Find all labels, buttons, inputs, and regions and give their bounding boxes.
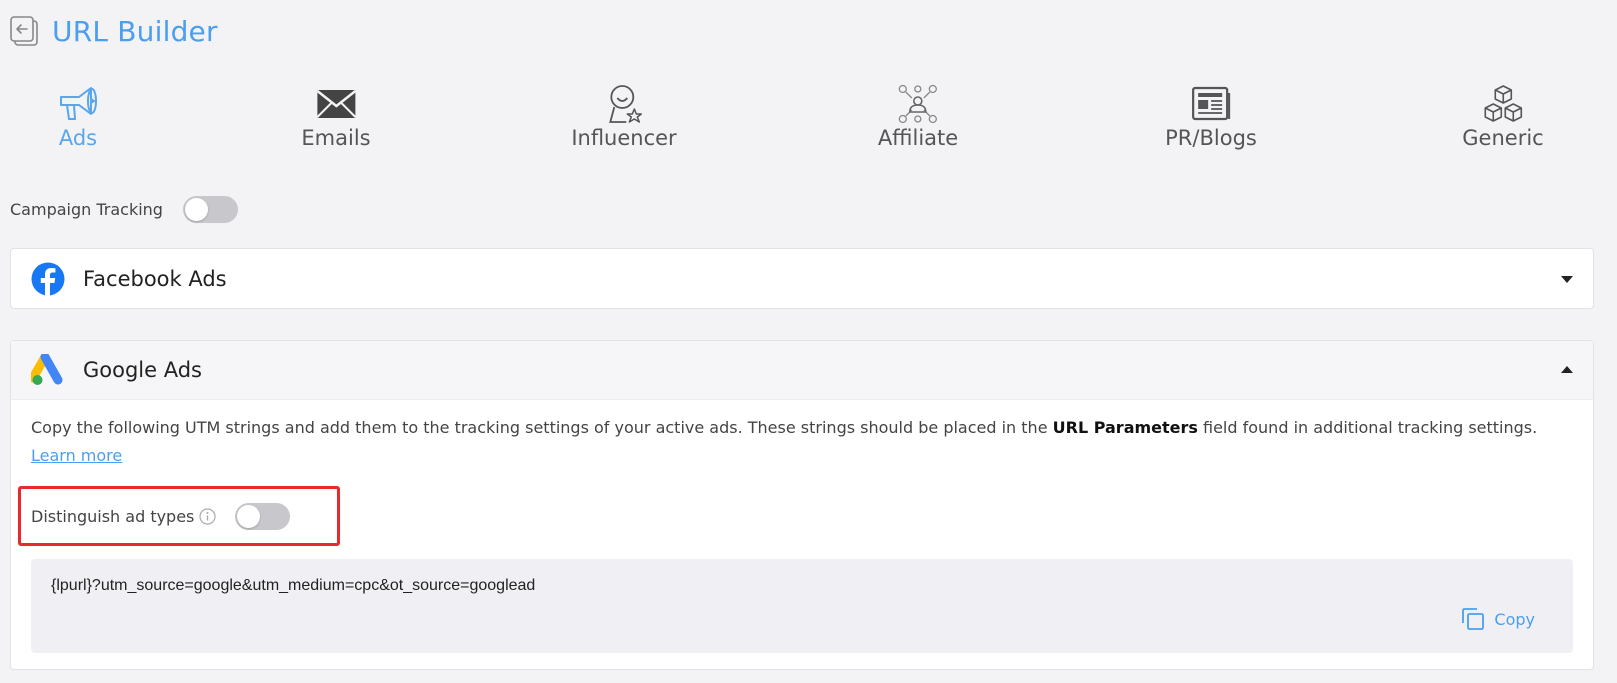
distinguish-ad-types-toggle[interactable] [235,502,291,530]
distinguish-ad-types-row: Distinguish ad types [18,486,340,546]
back-button[interactable] [10,14,40,48]
info-icon[interactable] [199,507,216,525]
chevron-down-icon[interactable] [1561,275,1573,283]
back-arrow-icon [10,16,38,46]
google-ads-icon [31,354,63,385]
newspaper-icon [1191,86,1230,121]
megaphone-icon [60,87,97,120]
google-ads-title: Google Ads [83,358,202,382]
learn-more-link[interactable]: Learn more [31,446,122,465]
envelope-icon [316,90,356,118]
influencer-icon [608,85,642,123]
affiliate-network-icon [898,84,938,124]
tab-ads[interactable]: Ads [56,84,100,150]
utm-string[interactable]: {lpurl}?utm_source=google&utm_medium=cpc… [51,577,535,595]
campaign-tracking-row: Campaign Tracking [10,196,238,223]
facebook-ads-panel: Facebook Ads [10,248,1594,309]
tab-influencer[interactable]: Influencer [571,84,677,150]
copy-button[interactable]: Copy [1461,607,1535,631]
chevron-up-icon[interactable] [1561,366,1573,373]
cubes-icon [1484,85,1522,122]
category-tabs: Ads Emails Influencer Affiliate PR/Blogs… [0,84,1617,164]
google-ads-panel: Google Ads Copy the following UTM string… [10,340,1594,670]
facebook-ads-header[interactable]: Facebook Ads [11,249,1593,308]
campaign-tracking-toggle[interactable] [182,196,238,223]
tab-pr-blogs[interactable]: PR/Blogs [1165,84,1257,150]
campaign-tracking-label: Campaign Tracking [10,200,163,219]
google-ads-description: Copy the following UTM strings and add t… [31,418,1538,465]
facebook-ads-title: Facebook Ads [83,266,227,291]
page-header: URL Builder [10,14,218,48]
facebook-icon [31,262,65,296]
tab-generic[interactable]: Generic [1462,84,1544,150]
tab-emails[interactable]: Emails [301,84,371,150]
copy-icon [1462,608,1485,630]
copy-label: Copy [1494,609,1535,629]
google-ads-body: Copy the following UTM strings and add t… [11,400,1593,470]
google-ads-header[interactable]: Google Ads [11,341,1593,400]
distinguish-ad-types-label: Distinguish ad types [31,506,195,526]
utm-string-box: {lpurl}?utm_source=google&utm_medium=cpc… [31,559,1573,653]
page-title: URL Builder [52,14,218,48]
tab-affiliate[interactable]: Affiliate [878,84,958,150]
